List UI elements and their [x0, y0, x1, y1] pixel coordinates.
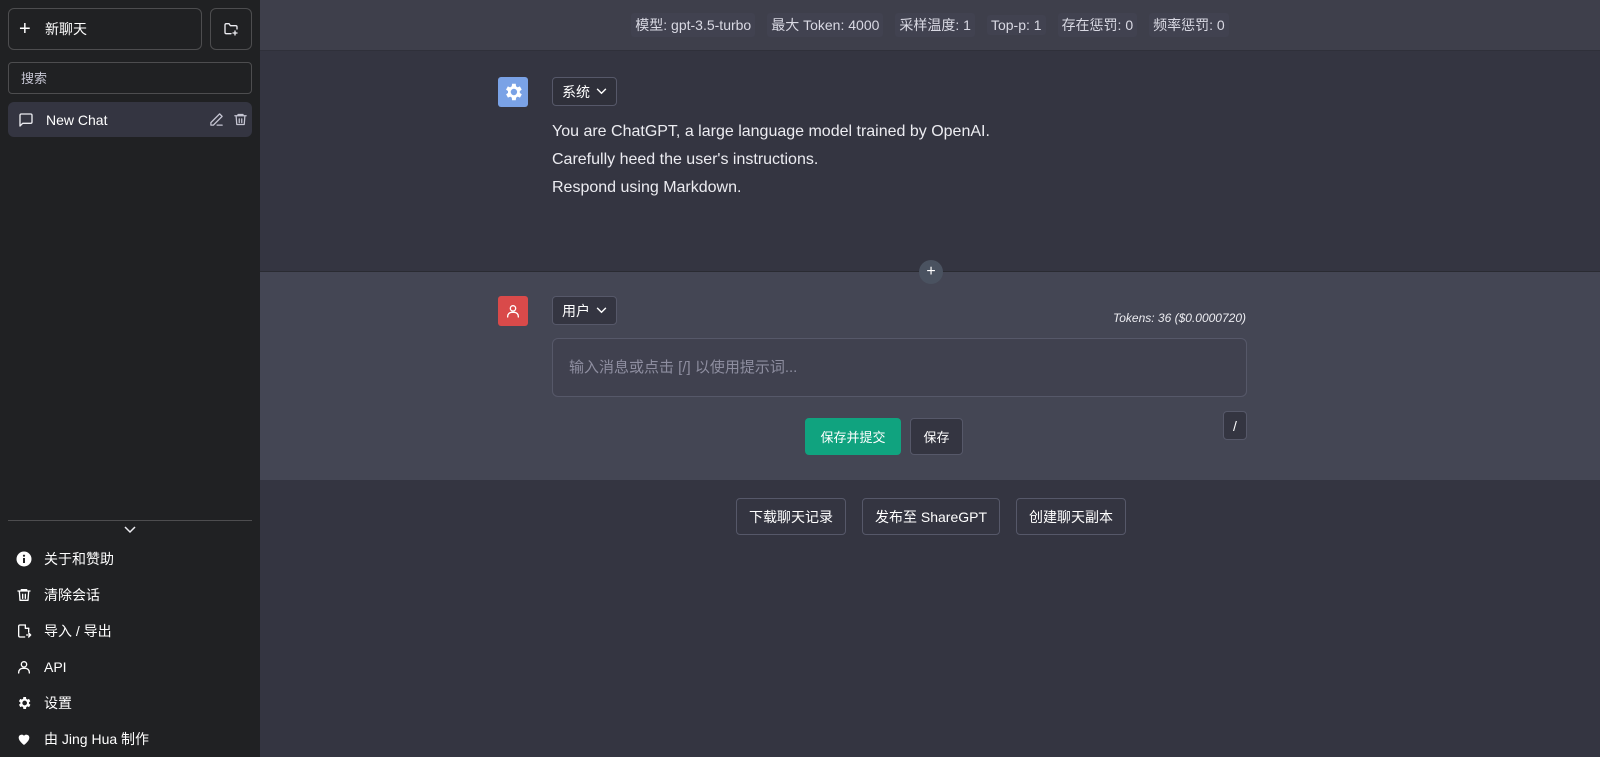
sidebar-divider — [8, 520, 252, 521]
sidebar: + 新聊天 New Chat 关于和赞助 清除会话 — [0, 0, 260, 757]
save-and-submit-button[interactable]: 保存并提交 — [805, 418, 901, 455]
gear-icon — [506, 83, 522, 101]
presence-penalty-info: 存在惩罚: 0 — [1057, 13, 1138, 37]
chevron-down-icon — [124, 526, 136, 534]
role-label: 用户 — [562, 302, 590, 319]
chat-bubble-icon — [19, 112, 33, 127]
model-info: 模型: gpt-3.5-turbo — [631, 13, 756, 37]
menu-api-label: API — [44, 659, 67, 675]
menu-settings[interactable]: 设置 — [8, 685, 252, 721]
sidebar-menu: 关于和赞助 清除会话 导入 / 导出 API 设置 由 Jing Hua 制作 — [8, 541, 252, 757]
folder-plus-icon — [224, 23, 238, 36]
system-text-line: Respond using Markdown. — [552, 179, 742, 196]
file-import-icon — [16, 623, 32, 639]
plus-icon: + — [19, 18, 31, 40]
menu-import-export-label: 导入 / 导出 — [44, 623, 112, 639]
max-token-info: 最大 Token: 4000 — [767, 13, 884, 37]
insert-message-button[interactable]: + — [919, 260, 943, 284]
system-text-line: You are ChatGPT, a large language model … — [552, 123, 990, 140]
new-folder-button[interactable] — [210, 8, 252, 50]
trash-icon — [16, 587, 32, 603]
menu-clear-label: 清除会话 — [44, 587, 100, 603]
save-button[interactable]: 保存 — [910, 418, 963, 455]
user-avatar — [498, 296, 528, 326]
top-p-info: Top-p: 1 — [986, 15, 1046, 35]
person-icon — [16, 659, 32, 675]
share-gpt-button[interactable]: 发布至 ShareGPT — [861, 498, 1001, 535]
chat-list-item[interactable]: New Chat — [8, 102, 252, 137]
system-avatar — [498, 77, 528, 107]
role-label: 系统 — [562, 83, 590, 100]
role-select-system[interactable]: 系统 — [552, 77, 617, 106]
new-chat-button[interactable]: + 新聊天 — [8, 8, 202, 50]
prompt-library-button[interactable]: / — [1223, 411, 1247, 440]
menu-credits[interactable]: 由 Jing Hua 制作 — [8, 721, 252, 757]
plus-icon: + — [926, 263, 936, 280]
trash-icon — [233, 113, 247, 126]
menu-api[interactable]: API — [8, 649, 252, 685]
menu-clear-conversations[interactable]: 清除会话 — [8, 577, 252, 613]
download-chat-button[interactable]: 下载聊天记录 — [735, 498, 846, 535]
role-select-user[interactable]: 用户 — [552, 296, 617, 325]
new-chat-label: 新聊天 — [45, 21, 87, 37]
gear-icon — [16, 695, 32, 711]
config-bar[interactable]: 模型: gpt-3.5-turbo 最大 Token: 4000 采样温度: 1… — [260, 0, 1600, 51]
clone-chat-button[interactable]: 创建聊天副本 — [1016, 498, 1127, 535]
search-input[interactable] — [8, 62, 252, 94]
info-icon — [16, 551, 32, 567]
pencil-icon — [209, 113, 223, 126]
temperature-info: 采样温度: 1 — [895, 13, 975, 37]
person-icon — [507, 305, 519, 318]
delete-chat-button[interactable] — [228, 108, 252, 132]
system-text-line: Carefully heed the user's instructions. — [552, 151, 819, 168]
system-message-text[interactable]: You are ChatGPT, a large language model … — [552, 118, 1242, 202]
menu-about[interactable]: 关于和赞助 — [8, 541, 252, 577]
frequency-penalty-info: 频率惩罚: 0 — [1149, 13, 1229, 37]
message-input[interactable] — [552, 338, 1247, 397]
edit-chat-button[interactable] — [204, 108, 228, 132]
token-count: Tokens: 36 ($0.0000720) — [1113, 311, 1246, 325]
menu-credits-label: 由 Jing Hua 制作 — [44, 731, 150, 747]
collapse-menu-button[interactable] — [120, 523, 140, 537]
menu-import-export[interactable]: 导入 / 导出 — [8, 613, 252, 649]
user-message: 用户 Tokens: 36 ($0.0000720) 保存并提交 保存 / — [260, 272, 1600, 480]
main-panel: 模型: gpt-3.5-turbo 最大 Token: 4000 采样温度: 1… — [260, 0, 1600, 757]
chevron-down-icon — [596, 307, 607, 314]
heart-icon — [16, 731, 32, 747]
system-message: 系统 You are ChatGPT, a large language mod… — [260, 51, 1600, 272]
menu-about-label: 关于和赞助 — [44, 551, 114, 567]
menu-settings-label: 设置 — [44, 695, 72, 711]
chat-title: New Chat — [46, 111, 108, 128]
chevron-down-icon — [596, 88, 607, 95]
chat-actions: 下载聊天记录 发布至 ShareGPT 创建聊天副本 — [260, 498, 1600, 535]
